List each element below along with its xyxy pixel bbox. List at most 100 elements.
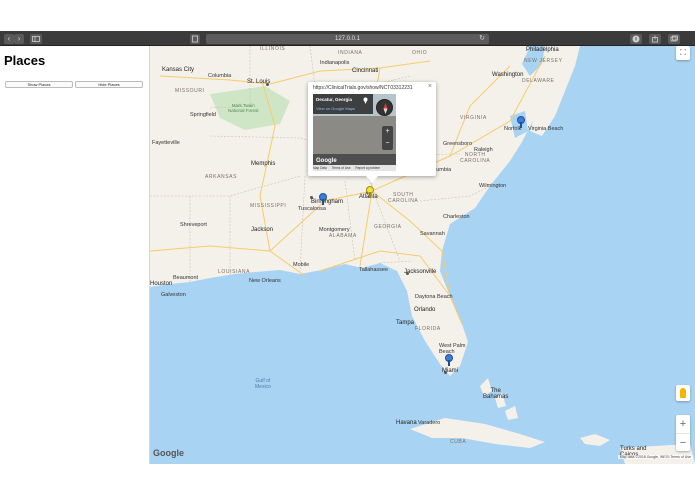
label-tampa: Tampa: [396, 320, 415, 326]
marker-tail: [448, 360, 450, 366]
label-galveston: Galveston: [161, 292, 186, 298]
map-data-link[interactable]: Map Data: [313, 166, 327, 170]
chevron-right-icon: ›: [17, 34, 21, 43]
tabs-button[interactable]: [668, 34, 680, 44]
label-tallahassee: Tallahassee: [359, 267, 389, 273]
street-zoom-out-button[interactable]: −: [382, 138, 393, 150]
report-problem-link[interactable]: Report a problem: [355, 166, 380, 170]
label-the-bahamas: The Bahamas: [483, 388, 509, 400]
back-button[interactable]: ‹: [4, 34, 14, 44]
marker-birmingham[interactable]: [319, 193, 327, 205]
address-bar[interactable]: 127.0.0.1 ↻: [206, 34, 489, 44]
map-attribution: Map data ©2018 Google, INEGI Terms of Us…: [617, 455, 693, 459]
terms-link[interactable]: Terms of Use: [332, 166, 351, 170]
forward-button[interactable]: ›: [14, 34, 24, 44]
marker-decatur[interactable]: [366, 186, 374, 198]
zoom-out-button[interactable]: −: [676, 433, 690, 451]
bottom-margin: [0, 464, 695, 494]
label-charleston: Charleston: [443, 214, 470, 220]
download-icon: [632, 35, 640, 43]
label-springfield: Springfield: [190, 112, 216, 118]
sidebar-icon: [32, 36, 40, 42]
google-logo[interactable]: Google: [153, 448, 184, 458]
street-view-place-name: Decatur, Georgia: [316, 97, 353, 102]
label-virginia: VIRGINIA: [460, 115, 487, 121]
marker-tail: [369, 192, 371, 198]
label-new-orleans: New Orleans: [249, 278, 281, 284]
label-georgia: GEORGIA: [374, 224, 402, 230]
label-fayetteville: Fayetteville: [152, 140, 180, 146]
reader-icon: [192, 35, 198, 43]
label-cuba: CUBA: [450, 439, 467, 445]
browser-window: ‹ › 127.0.0.1 ↻ Places Show Places Hide …: [0, 0, 695, 494]
label-varadero: Varadero: [418, 420, 441, 426]
pegman-icon: [680, 388, 686, 398]
fullscreen-button[interactable]: ⛶: [676, 46, 690, 60]
city-dot-jacksonville: [406, 272, 409, 275]
label-columbia-mo: Columbia: [208, 73, 232, 79]
label-mobile: Mobile: [293, 262, 310, 268]
label-birmingham: Birmingham: [311, 199, 344, 205]
label-gulf-of-mexico: Gulf of Mexico: [255, 378, 271, 390]
map-zoom-control: + −: [676, 415, 690, 451]
marker-norfolk[interactable]: [517, 116, 525, 128]
google-logo: Google: [316, 158, 337, 164]
url-text: 127.0.0.1: [334, 36, 361, 42]
sidebar-toggle-button[interactable]: [30, 34, 42, 44]
label-louisiana: LOUISIANA: [218, 269, 251, 275]
marker-info-window: https://ClinicalTrials.gov/show/NCT03312…: [308, 82, 436, 183]
reader-button[interactable]: [190, 34, 200, 44]
label-mark-twain: Mark Twain National Forest: [228, 103, 259, 113]
label-indianapolis: Indianapolis: [320, 60, 350, 66]
pegman-button[interactable]: [676, 385, 690, 401]
hide-places-button[interactable]: Hide Places: [75, 81, 143, 88]
label-south-carolina: SOUTH CAROLINA: [388, 192, 419, 204]
download-button[interactable]: [630, 34, 642, 44]
street-view-zoom-control: + −: [382, 126, 393, 150]
city-dot-birmingham: [310, 196, 313, 199]
label-north-carolina: NORTH CAROLINA: [460, 152, 491, 164]
label-alabama: ALABAMA: [329, 233, 357, 239]
page-title: Places: [4, 53, 46, 68]
street-view-address-card: Decatur, Georgia View on Google Maps: [313, 94, 373, 114]
label-beaumont: Beaumont: [173, 275, 199, 281]
share-icon: [652, 35, 658, 43]
fullscreen-icon: ⛶: [680, 48, 686, 57]
label-philadelphia: Philadelphia: [526, 47, 559, 53]
label-cincinnati: Cincinnati: [352, 68, 379, 74]
label-florida: FLORIDA: [415, 326, 441, 332]
marker-tail: [322, 199, 324, 205]
chevron-left-icon: ‹: [7, 34, 11, 43]
label-virginia-beach: Virginia Beach: [528, 126, 564, 132]
zoom-in-button[interactable]: +: [676, 415, 690, 433]
reload-icon[interactable]: ↻: [479, 34, 485, 44]
street-zoom-in-button[interactable]: +: [382, 126, 393, 138]
label-jackson: Jackson: [251, 227, 274, 233]
show-places-button[interactable]: Show Places: [5, 81, 73, 88]
street-view-panorama[interactable]: Decatur, Georgia View on Google Maps + −…: [313, 94, 396, 171]
label-mississippi: MISSISSIPPI: [250, 203, 287, 209]
label-tuscaloosa: Tuscaloosa: [298, 206, 326, 212]
marker-miami[interactable]: [445, 354, 453, 366]
label-missouri: MISSOURI: [175, 88, 205, 94]
label-illinois: ILLINOIS: [260, 46, 286, 52]
label-daytona: Daytona Beach: [415, 294, 453, 300]
label-kansas-city: Kansas City: [162, 67, 195, 73]
browser-toolbar: ‹ › 127.0.0.1 ↻: [0, 31, 695, 46]
marker-tail: [520, 122, 522, 128]
google-map[interactable]: ILLINOIS INDIANA OHIO Indianapolis Kansa…: [150, 46, 695, 464]
label-arkansas: ARKANSAS: [205, 174, 238, 180]
info-window-url[interactable]: https://ClinicalTrials.gov/show/NCT03312…: [313, 85, 413, 91]
label-new-jersey: NEW JERSEY: [524, 58, 563, 64]
label-orlando: Orlando: [414, 307, 436, 313]
view-on-google-maps-link[interactable]: View on Google Maps: [316, 106, 355, 111]
city-dot-st-louis: [266, 83, 269, 86]
label-delaware: DELAWARE: [522, 78, 555, 84]
info-window-pointer: [366, 176, 378, 183]
label-indiana: INDIANA: [338, 50, 363, 56]
share-button[interactable]: [649, 34, 661, 44]
city-dot-miami: [444, 371, 447, 374]
close-icon[interactable]: ×: [428, 83, 432, 90]
street-view-footer: Map Data Terms of Use Report a problem: [313, 165, 396, 171]
compass-icon[interactable]: [376, 99, 393, 116]
